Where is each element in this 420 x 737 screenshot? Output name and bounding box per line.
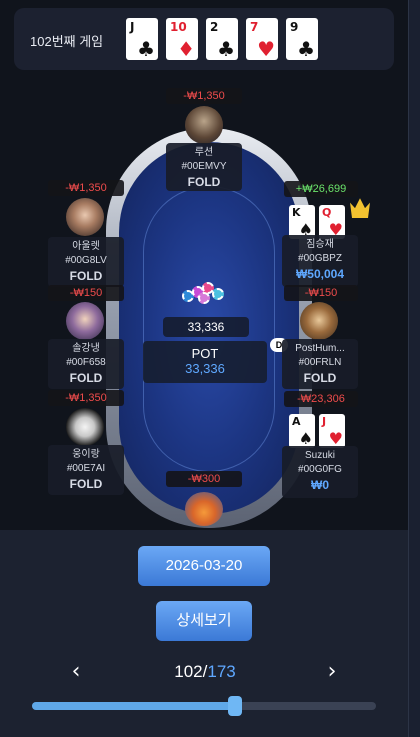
player-id: #00GBPZ [298,253,342,264]
player-status: FOLD [69,269,103,283]
side-strip [408,0,420,737]
avatar [66,302,104,340]
player-name: 아울렛 [72,241,100,252]
player-name: Suzuki [304,450,335,461]
player-status: FOLD [69,477,103,491]
avatar [300,302,338,340]
player-name: PostHum... [295,343,345,354]
player-id: #00G8LV [65,255,107,266]
community-card: 9 ♣ [286,18,318,60]
hole-card: Q ♥ [319,205,345,239]
game-title: 102번째 게임 [30,34,104,49]
seat-delta: -₩150 [48,285,124,301]
pot-panel: POT 33,336 [143,341,267,383]
seat-panel-left3[interactable]: 웅이랑 #00E7AI FOLD [48,445,124,495]
seat-delta: -₩1,350 [166,88,242,104]
avatar [185,492,223,526]
current-page: 102 [174,662,203,681]
community-card: 2 ♣ [206,18,238,60]
player-name: 웅이랑 [72,449,100,460]
game-header: 102번째 게임 J ♣ 10 ♦ 2 ♣ 7 ♥ 9 ♣ [14,8,394,70]
player-status: FOLD [69,371,103,385]
player-id: #00G0FG [298,464,342,475]
chevron-left-icon[interactable]: ‹ [62,658,90,686]
seat-delta: -₩1,350 [48,390,124,406]
seat-delta: -₩150 [284,285,358,301]
hole-card: J ♥ [319,414,345,448]
player-status: FOLD [303,371,337,385]
seat-panel-right2[interactable]: PostHum... #00FRLN FOLD [282,339,358,389]
seat-panel-top[interactable]: 루션 #00EMVY FOLD [166,143,242,191]
detail-button[interactable]: 상세보기 [156,601,252,641]
game-slider[interactable] [32,696,376,716]
avatar [66,198,104,236]
community-card: 7 ♥ [246,18,278,60]
replay-controls: 2026-03-20 상세보기 ‹ 102/173 › [0,530,408,737]
player-stack: ₩50,004 [295,267,345,281]
bet-amount: 33,336 [163,317,249,337]
slider-thumb[interactable] [227,696,242,716]
seat-delta: -₩23,306 [284,391,358,407]
community-card: J ♣ [126,18,158,60]
player-id: #00F658 [66,357,106,368]
hole-card: K ♠ [289,205,315,239]
chevron-right-icon[interactable]: › [318,658,346,686]
seat-delta: -₩300 [166,471,242,487]
seat-panel-right3[interactable]: Suzuki #00G0FG ₩0 [282,446,358,498]
player-name: 루션 [194,147,214,158]
community-card: 10 ♦ [166,18,198,60]
page-indicator: 102/173 [174,662,236,681]
seat-delta: +₩26,699 [284,181,358,197]
chip-stack-icon [182,278,230,306]
player-name: 짐승재 [306,239,334,250]
avatar [185,106,223,144]
avatar [66,408,104,446]
player-id: #00FRLN [298,357,342,368]
seat-panel-left2[interactable]: 솔강냉 #00F658 FOLD [48,339,124,389]
total-pages: 173 [207,662,236,681]
player-id: #00EMVY [181,161,227,172]
pot-label: POT [191,346,219,361]
seat-delta: -₩1,350 [48,180,124,196]
date-button[interactable]: 2026-03-20 [138,546,270,586]
player-id: #00E7AI [66,463,106,474]
pot-value: 33,336 [185,361,225,376]
seat-panel-left1[interactable]: 아울렛 #00G8LV FOLD [48,237,124,287]
player-name: 솔강냉 [72,343,100,354]
community-cards: J ♣ 10 ♦ 2 ♣ 7 ♥ 9 ♣ [126,18,318,60]
player-stack: ₩0 [311,478,329,492]
player-status: FOLD [187,175,221,189]
slider-fill [32,702,235,710]
seat-panel-right1[interactable]: 짐승재 #00GBPZ ₩50,004 [282,235,358,287]
hole-card: A ♠ [289,414,315,448]
